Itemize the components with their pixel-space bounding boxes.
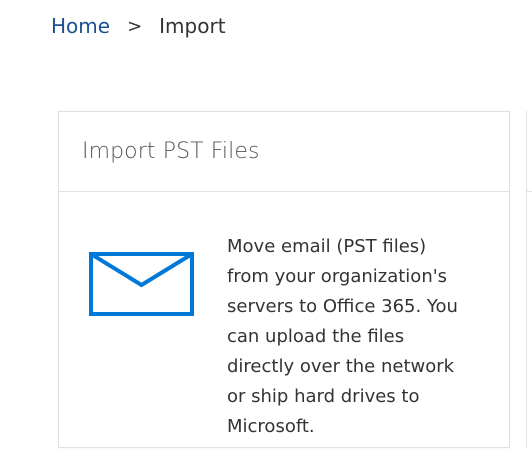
card-body: Move email (PST files) from your organiz… [59,192,509,448]
breadcrumb-separator: > [127,15,143,37]
breadcrumb: Home > Import [51,14,226,38]
breadcrumb-home-link[interactable]: Home [51,14,110,38]
next-card-edge[interactable] [526,111,532,448]
next-card-divider [526,191,532,192]
card-title: Import PST Files [82,139,260,164]
card-header: Import PST Files [59,112,509,192]
card-description: Move email (PST files) from your organiz… [227,236,458,437]
breadcrumb-current: Import [159,14,226,38]
import-pst-files-card[interactable]: Import PST Files Move email (PST files) … [58,111,510,448]
